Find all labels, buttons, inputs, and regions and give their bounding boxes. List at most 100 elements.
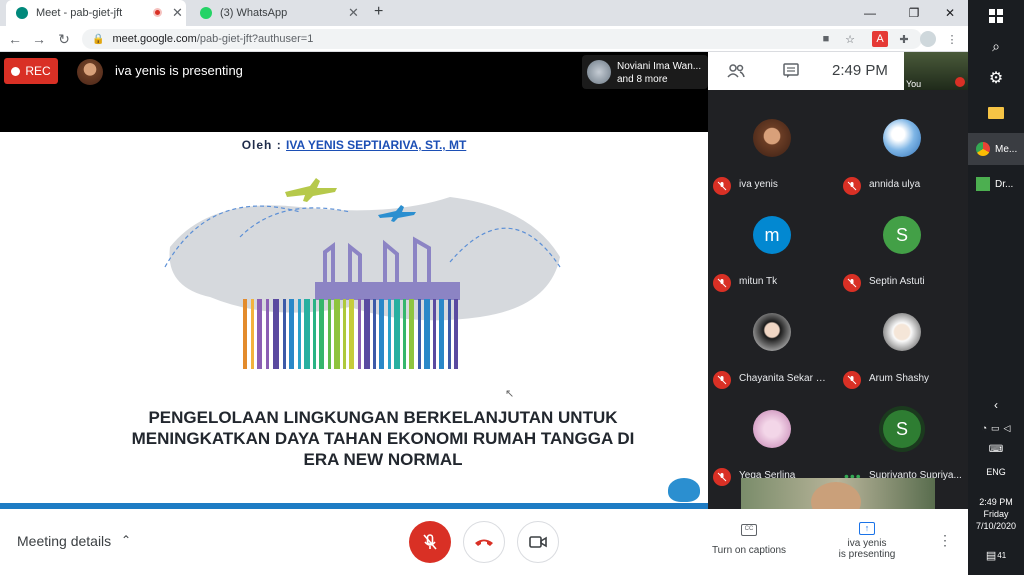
presenter-avatar: [77, 59, 103, 85]
self-label: You: [906, 79, 922, 89]
presentation-slide: Oleh : IVA YENIS SEPTIARIVA, ST., MT ↖ P…: [0, 132, 708, 509]
notifications-button[interactable]: ▤ 41: [968, 541, 1024, 569]
participant-tile[interactable]: m mitun Tk: [708, 208, 838, 305]
close-tab-icon[interactable]: ✕: [172, 5, 183, 21]
keyboard-icon[interactable]: ⌨: [968, 440, 1024, 458]
presenting-button-line: is presenting: [838, 549, 896, 560]
participant-tile[interactable]: iva yenis: [708, 111, 838, 208]
clock-time: 2:49 PM: [979, 497, 1013, 507]
tab-meet[interactable]: Meet - pab-giet-jft ✕: [6, 0, 186, 26]
muted-mic-icon: [955, 77, 965, 87]
taskbar-clock[interactable]: 2:49 PM Friday 7/10/2020: [968, 496, 1024, 532]
leave-call-button[interactable]: [463, 521, 505, 563]
captions-button-label[interactable]: Turn on captions: [704, 545, 794, 556]
tab-whatsapp[interactable]: (3) WhatsApp ✕: [190, 0, 366, 26]
tab-title: Meet - pab-giet-jft: [36, 7, 123, 19]
participant-tile[interactable]: Arum Shashy: [838, 305, 968, 402]
close-window-icon[interactable]: ✕: [928, 0, 972, 26]
file-explorer-icon[interactable]: [968, 97, 1024, 129]
url-host: meet.google.com: [112, 33, 197, 45]
extensions-puzzle-icon[interactable]: ✚: [896, 31, 912, 47]
slide-author: Oleh : IVA YENIS SEPTIARIVA, ST., MT: [0, 138, 708, 152]
start-windows-icon[interactable]: [968, 0, 1024, 32]
taskbar-chrome[interactable]: Me...: [968, 133, 1024, 165]
new-tab-button[interactable]: +: [374, 3, 383, 21]
chat-icon[interactable]: [782, 62, 800, 80]
lock-icon: 🔒: [92, 33, 105, 45]
more-options-icon[interactable]: ⋮: [938, 532, 952, 549]
meeting-details-button[interactable]: Meeting details: [17, 533, 111, 549]
slide-title-line: ERA NEW NORMAL: [303, 450, 463, 469]
participant-name: Septin Astuti: [869, 276, 925, 287]
chevron-up-icon[interactable]: ‹: [968, 396, 1024, 414]
participant-avatar: S: [883, 410, 921, 448]
minimize-icon[interactable]: —: [848, 0, 892, 26]
chrome-icon: [976, 142, 990, 156]
settings-gear-icon[interactable]: ⚙: [968, 62, 1024, 94]
participant-avatar: [753, 119, 791, 157]
search-icon[interactable]: ⌕: [968, 30, 1024, 62]
forward-icon[interactable]: →: [30, 30, 48, 48]
video-camera-icon: [529, 536, 547, 548]
mic-off-button[interactable]: [409, 521, 451, 563]
muted-mic-icon: [713, 274, 731, 292]
barcode-graphic: [243, 299, 458, 369]
participant-tile[interactable]: Chayanita Sekar Wi...: [708, 305, 838, 402]
participant-avatar: [753, 313, 791, 351]
port-skyline: [315, 282, 460, 300]
slide-title-line: MENINGKATKAN DAYA TAHAN EKONOMI RUMAH TA…: [131, 429, 635, 448]
people-icon[interactable]: [727, 62, 745, 80]
presenting-status: iva yenis is presenting: [115, 63, 243, 78]
muted-mic-icon: [843, 371, 861, 389]
meet-favicon-icon: [16, 7, 28, 19]
self-view-tile[interactable]: You: [904, 52, 968, 90]
participant-name: annida ulya: [869, 179, 921, 190]
camera-button[interactable]: [517, 521, 559, 563]
presenting-button-line: iva yenis: [847, 538, 887, 549]
menu-dots-icon[interactable]: ⋮: [944, 31, 960, 47]
extension-icon[interactable]: A: [872, 31, 888, 47]
self-video-face: [811, 482, 861, 509]
hang-up-icon: [475, 539, 493, 546]
taskbar-item-label: Me...: [995, 143, 1018, 155]
author-prefix: Oleh :: [241, 138, 287, 152]
reload-icon[interactable]: ↻: [55, 30, 73, 48]
other-participants-chip[interactable]: Noviani Ima Wan... and 8 more: [582, 55, 708, 89]
slide-title: PENGELOLAAN LINGKUNGAN BERKELANJUTAN UNT…: [0, 407, 708, 470]
present-screen-icon[interactable]: ↑: [859, 522, 875, 535]
muted-mic-icon: [713, 468, 731, 486]
participant-tile[interactable]: S Septin Astuti: [838, 208, 968, 305]
tab-title: (3) WhatsApp: [220, 7, 288, 19]
camera-in-use-icon[interactable]: ■: [818, 31, 834, 47]
taskbar-app[interactable]: Dr...: [968, 168, 1024, 200]
chevron-up-icon[interactable]: ⌃: [121, 533, 131, 547]
participant-avatar: [753, 410, 791, 448]
system-tray-icons[interactable]: ◔ ▭ ◁: [968, 418, 1024, 438]
app-icon: [976, 177, 990, 191]
wifi-icon: ◔: [981, 423, 987, 433]
address-bar[interactable]: 🔒 meet.google.com/pab-giet-jft?authuser=…: [82, 29, 922, 49]
participant-avatar: m: [753, 216, 791, 254]
recording-indicator-icon: [153, 8, 162, 17]
participant-tile[interactable]: annida ulya: [838, 111, 968, 208]
slide-title-line: PENGELOLAAN LINGKUNGAN BERKELANJUTAN UNT…: [148, 408, 618, 427]
recording-badge[interactable]: REC: [4, 58, 58, 84]
mouse-cursor-icon: ↖: [505, 388, 515, 400]
participants-panel: 2:49 PM You iva yenis annida ulya m mitu…: [708, 52, 968, 509]
rec-label: REC: [25, 64, 51, 78]
url-path: /pab-giet-jft?authuser=1: [196, 33, 314, 45]
record-dot-icon: [11, 66, 21, 76]
presenting-button[interactable]: iva yenis is presenting: [822, 538, 912, 560]
participant-name: mitun Tk: [739, 276, 778, 287]
chip-more: and 8 more: [617, 74, 668, 85]
bookmark-star-icon[interactable]: ☆: [842, 31, 858, 47]
input-language[interactable]: ENG: [968, 467, 1024, 477]
battery-icon: ▭: [991, 422, 1000, 433]
captions-icon[interactable]: CC: [741, 524, 757, 536]
participant-avatar: S: [883, 216, 921, 254]
profile-avatar[interactable]: [920, 31, 936, 47]
back-icon[interactable]: ←: [6, 30, 24, 48]
close-tab-icon[interactable]: ✕: [348, 5, 359, 21]
browser-toolbar: ← → ↻ 🔒 meet.google.com/pab-giet-jft?aut…: [0, 26, 968, 52]
camera-preview: [741, 478, 935, 509]
